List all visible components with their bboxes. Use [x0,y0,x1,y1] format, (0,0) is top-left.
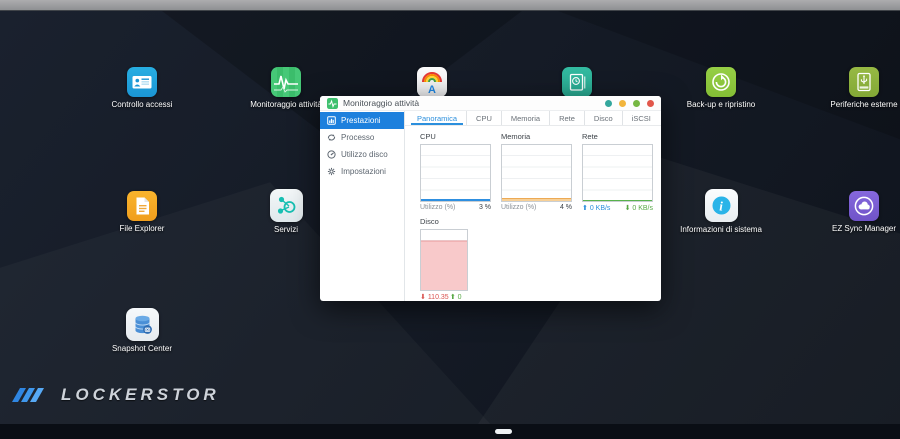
desktop-icon-snapshot-center[interactable]: Snapshot Center [97,308,187,353]
cpu-chart-plot [420,144,491,202]
logo-slashes-icon [12,386,52,404]
sidebar-item-processo[interactable]: Processo [320,129,404,146]
taskbar-handle[interactable] [495,429,512,434]
sidebar-item-prestazioni[interactable]: Prestazioni [320,112,404,129]
icon-label: Servizi [274,225,298,234]
cpu-value: 3 % [479,204,491,211]
disk-write-rate: 110.35 MB/s [420,293,450,301]
cpu-chart-title: CPU [420,132,491,141]
maximize-button[interactable] [633,100,640,107]
services-icon [270,189,303,222]
icon-label: Controllo accessi [112,100,173,109]
tab-panoramica[interactable]: Panoramica [408,111,466,125]
memoria-footer-label: Utilizzo (%) [501,204,536,211]
bottom-bar [0,424,900,439]
window-main: Panoramica CPU Memoria Rete Disco iSCSI … [405,111,661,301]
performance-icon [327,116,336,125]
window-title: Monitoraggio attività [343,98,600,108]
icon-label: Snapshot Center [112,344,172,353]
svg-text:i: i [719,199,723,214]
activity-monitor-icon [271,67,301,97]
rete-chart-title: Rete [582,132,653,141]
settings-gear-icon [327,167,336,176]
sidebar-item-impostazioni[interactable]: Impostazioni [320,163,404,180]
rete-series-line [583,200,652,202]
desktop-icon-ez-sync-manager[interactable]: EZ Sync Manager [819,191,900,233]
log-book-icon [562,67,592,97]
app-central-icon: A [417,67,447,97]
window-controls [605,100,654,107]
disco-chart-plot [420,229,468,291]
cpu-series-line [421,199,490,201]
icon-label: EZ Sync Manager [832,224,896,233]
logo-text: LOCKERSTOR [61,385,220,405]
close-button[interactable] [647,100,654,107]
desktop-icon-controllo-accessi[interactable]: Controllo accessi [97,67,187,109]
icon-label: Monitoraggio attività [250,100,322,109]
disco-chart-title: Disco [420,217,468,226]
rete-chart-plot [582,144,653,202]
memoria-series-line [502,198,571,201]
restore-icon [706,67,736,97]
icon-label: Informazioni di sistema [680,225,762,234]
file-explorer-icon [127,191,157,221]
desktop-icon-servizi[interactable]: Servizi [241,189,331,234]
desktop-screen: Controllo accessi Monitoraggio attività … [0,0,900,439]
external-drive-icon [849,67,879,97]
cpu-footer-label: Utilizzo (%) [420,204,455,211]
window-body: Prestazioni Processo [320,111,661,301]
disk-read-rate: 0 KB/s [450,293,468,301]
process-icon [327,133,336,142]
sidebar-item-label: Utilizzo disco [341,150,388,159]
tab-bar: Panoramica CPU Memoria Rete Disco iSCSI [405,111,661,126]
cpu-chart: CPU Utilizzo (%) 3 % [420,132,491,212]
id-card-icon [127,67,157,97]
desktop-icon-informazioni-sistema[interactable]: i Informazioni di sistema [676,189,766,234]
tab-disco[interactable]: Disco [584,111,622,125]
window-sidebar: Prestazioni Processo [320,111,405,301]
memoria-chart-plot [501,144,572,202]
desktop-icon-backup-ripristino[interactable]: Back-up e ripristino [676,67,766,109]
top-bar [0,0,900,11]
memoria-chart: Memoria Utilizzo (%) 4 % [501,132,572,212]
pin-window-button[interactable] [605,100,612,107]
download-rate: 0 KB/s [625,204,653,212]
window-title-bar[interactable]: Monitoraggio attività [320,96,661,111]
tab-iscsi[interactable]: iSCSI [622,111,660,125]
sidebar-item-label: Processo [341,133,374,142]
sidebar-item-utilizzo-disco[interactable]: Utilizzo disco [320,146,404,163]
svg-text:A: A [428,84,436,96]
disco-area-series [421,230,468,290]
memoria-chart-title: Memoria [501,132,572,141]
icon-label: File Explorer [120,224,165,233]
desktop-icon-monitoraggio-attivita[interactable]: Monitoraggio attività [241,67,331,109]
charts-row: CPU Utilizzo (%) 3 % Memoria Utilizzo (%… [405,126,661,212]
disk-usage-icon [327,150,336,159]
activity-monitor-window: Monitoraggio attività Prestazioni [320,96,661,301]
memoria-value: 4 % [560,204,572,211]
system-info-icon: i [705,189,738,222]
tab-cpu[interactable]: CPU [466,111,501,125]
upload-rate: 0 KB/s [582,204,610,212]
sidebar-item-label: Impostazioni [341,167,386,176]
lockerstor-logo: LOCKERSTOR [12,385,220,405]
window-app-icon [327,98,338,109]
tab-memoria[interactable]: Memoria [501,111,549,125]
tab-rete[interactable]: Rete [549,111,584,125]
icon-label: Back-up e ripristino [687,100,755,109]
snapshot-center-icon [126,308,159,341]
desktop-icon-file-explorer[interactable]: File Explorer [97,191,187,233]
minimize-button[interactable] [619,100,626,107]
cloud-sync-icon [849,191,879,221]
icon-label: Periferiche esterne [830,100,897,109]
disco-chart: Disco 110.35 MB/s 0 KB/s [405,212,476,301]
sidebar-item-label: Prestazioni [341,116,381,125]
rete-chart: Rete 0 KB/s 0 KB/s [582,132,653,212]
desktop-icon-periferiche-esterne[interactable]: Periferiche esterne [819,67,900,109]
